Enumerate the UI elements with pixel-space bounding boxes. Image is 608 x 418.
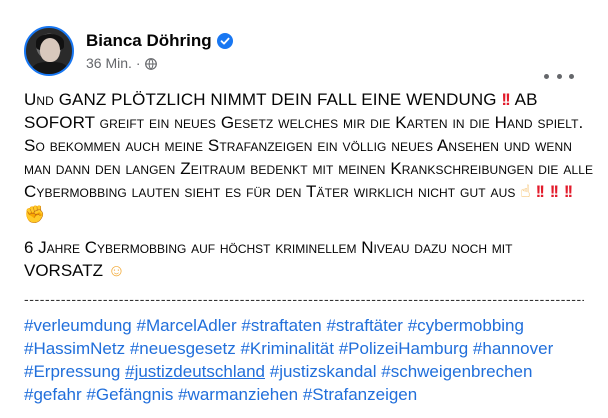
more-options-icon[interactable] <box>544 66 574 86</box>
hashtag-link[interactable]: #HassimNetz <box>24 339 125 358</box>
post-card: Bianca Döhring 36 Min. · Und GANZ PLÖTZL… <box>0 0 608 418</box>
post-header: Bianca Döhring 36 Min. · <box>24 26 592 82</box>
hashtag-link[interactable]: #cybermobbing <box>408 316 524 335</box>
hashtag-list: #verleumdung #MarcelAdler #straftaten #s… <box>24 314 594 406</box>
hashtag-link[interactable]: #straftäter <box>326 316 403 335</box>
verified-badge-icon <box>216 33 233 49</box>
post-body: Und GANZ PLÖTZLICH NIMMT DEIN FALL EINE … <box>24 88 594 406</box>
post-paragraph-2: 6 Jahre Cybermobbing auf höchst kriminel… <box>24 236 594 282</box>
double-exclamation-icon: !! <box>501 90 510 109</box>
hashtag-link[interactable]: #hannover <box>473 339 553 358</box>
hashtag-link[interactable]: #MarcelAdler <box>136 316 236 335</box>
hashtag-link[interactable]: #justizskandal <box>270 362 377 381</box>
author-name[interactable]: Bianca Döhring <box>86 31 212 51</box>
divider-line: ----------------------------------------… <box>24 292 584 306</box>
post-meta: Bianca Döhring 36 Min. · <box>86 26 233 71</box>
hashtag-link[interactable]: #schweigenbrechen <box>381 362 532 381</box>
thinking-face-icon: ☺ <box>107 261 126 280</box>
hashtag-link[interactable]: #justizdeutschland <box>125 362 265 381</box>
hashtag-link[interactable]: #warmanziehen <box>178 385 298 404</box>
post-text-2: 6 Jahre Cybermobbing auf höchst kriminel… <box>24 238 513 280</box>
more-dot <box>556 73 562 79</box>
author-row: Bianca Döhring <box>86 31 233 51</box>
post-paragraph-1: Und GANZ PLÖTZLICH NIMMT DEIN FALL EINE … <box>24 88 594 226</box>
hashtag-link[interactable]: #PolizeiHamburg <box>339 339 468 358</box>
double-exclamation-icon: !! <box>535 182 545 201</box>
point-up-icon: ☝ <box>520 182 531 201</box>
author-avatar[interactable] <box>24 26 74 76</box>
fist-icon: ✊ <box>24 205 46 224</box>
globe-icon[interactable] <box>144 57 157 70</box>
hashtag-link[interactable]: #Strafanzeigen <box>303 385 417 404</box>
hashtag-link[interactable]: #Kriminalität <box>240 339 334 358</box>
hashtag-link[interactable]: #verleumdung <box>24 316 132 335</box>
post-time[interactable]: 36 Min. <box>86 55 132 71</box>
double-exclamation-icon: !! <box>549 182 559 201</box>
hashtag-link[interactable]: #Gefängnis <box>86 385 173 404</box>
hashtag-link[interactable]: #neuesgesetz <box>130 339 236 358</box>
more-dot <box>544 73 549 79</box>
separator-dot: · <box>135 55 141 71</box>
hashtag-link[interactable]: #Erpressung <box>24 362 120 381</box>
hashtag-link[interactable]: #straftaten <box>241 316 321 335</box>
avatar-face <box>40 38 60 62</box>
post-subline: 36 Min. · <box>86 55 233 71</box>
more-dot <box>569 73 574 79</box>
hashtag-link[interactable]: #gefahr <box>24 385 82 404</box>
avatar-body <box>32 62 68 74</box>
post-text-1a: Und GANZ PLÖTZLICH NIMMT DEIN FALL EINE … <box>24 90 497 109</box>
double-exclamation-icon: !! <box>563 182 573 201</box>
